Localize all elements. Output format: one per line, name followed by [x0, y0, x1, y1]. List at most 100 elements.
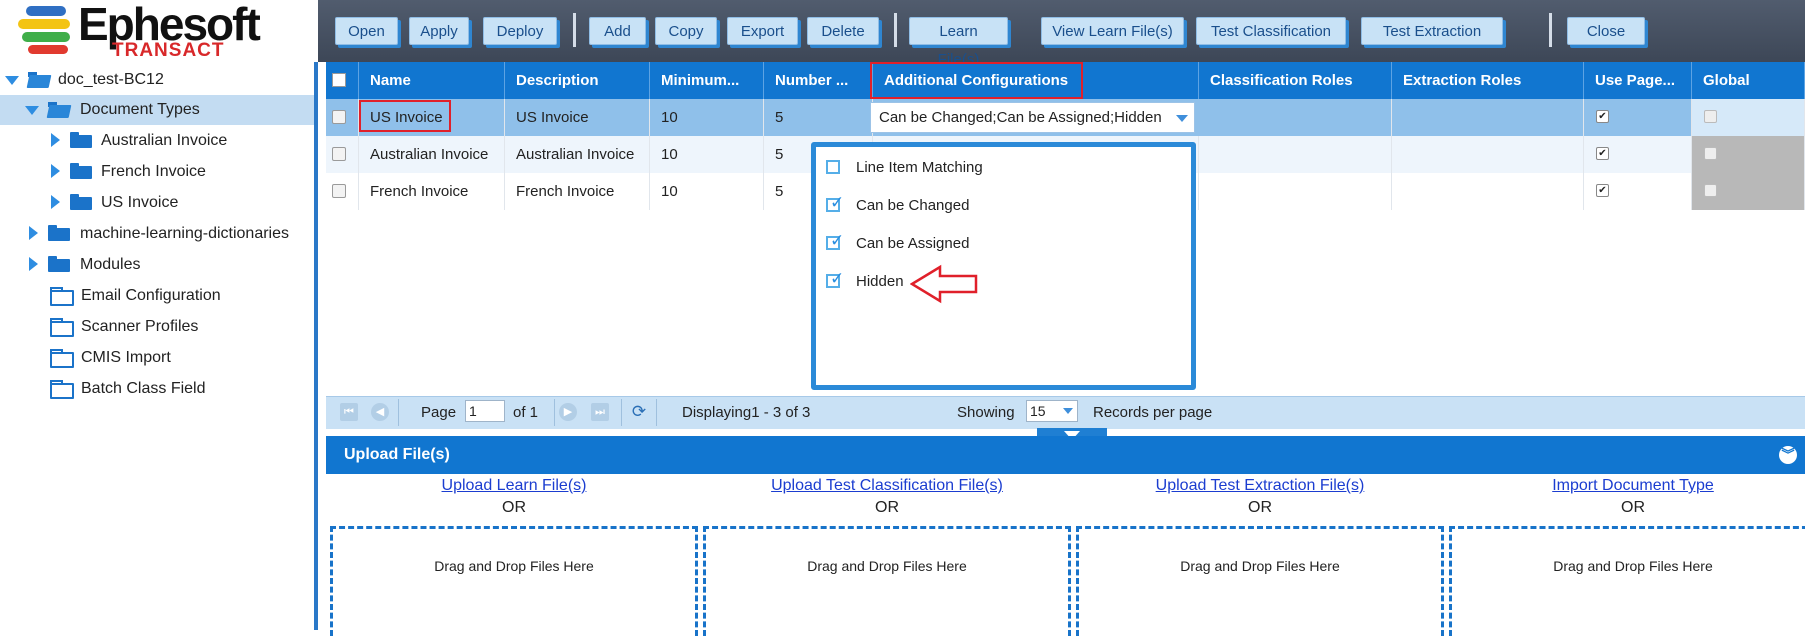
- learn-drop-zone[interactable]: Drag and Drop Files Here: [330, 526, 698, 636]
- folder-outline-icon: [50, 286, 74, 306]
- column-header-classification-roles[interactable]: Classification Roles: [1199, 62, 1392, 99]
- pager-divider: [621, 399, 622, 426]
- refresh-icon[interactable]: ⟳: [630, 403, 648, 421]
- toolbar: Open Apply Deploy Add Copy Export Delete…: [318, 0, 1805, 68]
- import-document-type-link[interactable]: Import Document Type: [1447, 474, 1805, 498]
- deploy-button[interactable]: Deploy: [483, 17, 557, 45]
- select-all-cell: [326, 62, 359, 99]
- cell-extraction-roles[interactable]: [1392, 136, 1584, 173]
- tree-node-document-types[interactable]: Document Types: [0, 95, 314, 125]
- column-header-extraction-roles[interactable]: Extraction Roles: [1392, 62, 1584, 99]
- select-all-checkbox[interactable]: [332, 73, 346, 87]
- upload-learn-column: Upload Learn File(s) OR Drag and Drop Fi…: [328, 474, 700, 636]
- learn-files-button[interactable]: Learn File(s): [909, 17, 1008, 68]
- cell-name[interactable]: US Invoice: [359, 99, 505, 136]
- combo-value: Can be Changed;Can be Assigned;Hidden: [879, 109, 1162, 126]
- tree-label: French Invoice: [101, 163, 206, 180]
- cell-minimum[interactable]: 10: [650, 136, 764, 173]
- column-header-use-page[interactable]: Use Page...: [1584, 62, 1692, 99]
- cell-global: [1692, 173, 1805, 210]
- global-checkbox: [1704, 147, 1717, 160]
- or-label: OR: [1248, 499, 1272, 516]
- copy-button[interactable]: Copy: [655, 17, 717, 45]
- close-button[interactable]: Close: [1567, 17, 1645, 45]
- upload-test-classification-link[interactable]: Upload Test Classification File(s): [701, 474, 1073, 498]
- column-header-minimum[interactable]: Minimum...: [650, 62, 764, 99]
- delete-button[interactable]: Delete: [807, 17, 879, 45]
- option-label: Line Item Matching: [856, 159, 983, 176]
- tree-label: US Invoice: [101, 194, 179, 211]
- column-header-name[interactable]: Name: [359, 62, 505, 99]
- cell-classification-roles[interactable]: [1199, 99, 1392, 136]
- checkbox-icon[interactable]: [826, 160, 840, 174]
- collapse-arrow-icon[interactable]: [29, 257, 38, 271]
- extraction-drop-zone[interactable]: Drag and Drop Files Here: [1076, 526, 1444, 636]
- chevron-circle-down-icon[interactable]: ︾: [1779, 446, 1797, 464]
- next-page-icon[interactable]: ▶: [559, 403, 577, 421]
- classification-drop-zone[interactable]: Drag and Drop Files Here: [703, 526, 1071, 636]
- option-label: Can be Assigned: [856, 235, 970, 252]
- test-classification-button[interactable]: Test Classification: [1196, 17, 1346, 45]
- tree-label: Modules: [80, 256, 141, 273]
- additional-configurations-combo[interactable]: Can be Changed;Can be Assigned;Hidden: [870, 102, 1195, 133]
- apply-button[interactable]: Apply: [409, 17, 469, 45]
- last-page-icon[interactable]: ⏭: [591, 403, 609, 421]
- expand-arrow-icon[interactable]: [25, 106, 39, 115]
- checkbox-checked-icon[interactable]: ✓: [826, 232, 844, 250]
- tree-label: Australian Invoice: [101, 132, 228, 149]
- export-button[interactable]: Export: [727, 17, 798, 45]
- cell-classification-roles[interactable]: [1199, 136, 1392, 173]
- use-page-checkbox[interactable]: ✔: [1596, 184, 1609, 197]
- cell-description[interactable]: Australian Invoice: [505, 136, 650, 173]
- cell-description[interactable]: French Invoice: [505, 173, 650, 210]
- tree-label: Batch Class Field: [81, 380, 206, 397]
- collapse-arrow-icon[interactable]: [51, 164, 60, 178]
- checkbox-checked-icon[interactable]: ✓: [826, 270, 844, 288]
- checkbox-checked-icon[interactable]: ✓: [826, 194, 844, 212]
- column-header-additional-configurations[interactable]: Additional Configurations: [873, 62, 1199, 99]
- upload-test-extraction-link[interactable]: Upload Test Extraction File(s): [1074, 474, 1446, 498]
- previous-page-icon[interactable]: ◀: [371, 403, 389, 421]
- test-extraction-button[interactable]: Test Extraction: [1361, 17, 1503, 45]
- pager-divider: [554, 399, 555, 426]
- use-page-checkbox[interactable]: ✔: [1596, 147, 1609, 160]
- folder-icon: [48, 255, 70, 272]
- folder-outline-icon: [50, 379, 74, 399]
- cell-global: [1692, 136, 1805, 173]
- view-learn-files-button[interactable]: View Learn File(s): [1041, 17, 1184, 45]
- toolbar-separator: [1549, 13, 1552, 47]
- add-button[interactable]: Add: [589, 17, 646, 45]
- page-number-input[interactable]: 1: [465, 400, 505, 422]
- cell-number[interactable]: 5: [764, 99, 873, 136]
- cell-description[interactable]: US Invoice: [505, 99, 650, 136]
- combo-arrow-icon[interactable]: [1176, 115, 1188, 122]
- open-button[interactable]: Open: [335, 17, 398, 45]
- logo-subtitle: TRANSACT: [112, 40, 225, 61]
- column-header-number[interactable]: Number ...: [764, 62, 873, 99]
- collapse-arrow-icon[interactable]: [29, 226, 38, 240]
- collapse-arrow-icon[interactable]: [51, 133, 60, 147]
- cell-minimum[interactable]: 10: [650, 99, 764, 136]
- use-page-checkbox[interactable]: ✔: [1596, 110, 1609, 123]
- cell-extraction-roles[interactable]: [1392, 99, 1584, 136]
- row-checkbox[interactable]: [332, 110, 346, 124]
- import-drop-zone[interactable]: Drag and Drop Files Here: [1449, 526, 1805, 636]
- row-checkbox[interactable]: [332, 184, 346, 198]
- tree-label: machine-learning-dictionaries: [80, 225, 289, 242]
- cell-name[interactable]: French Invoice: [359, 173, 505, 210]
- cell-classification-roles[interactable]: [1199, 173, 1392, 210]
- expand-arrow-icon[interactable]: [5, 76, 19, 85]
- records-per-page-select[interactable]: 15: [1026, 400, 1078, 422]
- cell-minimum[interactable]: 10: [650, 173, 764, 210]
- option-label: Hidden: [856, 273, 904, 290]
- folder-open-icon: [46, 101, 72, 118]
- first-page-icon[interactable]: ⏮: [340, 403, 358, 421]
- row-checkbox[interactable]: [332, 147, 346, 161]
- column-header-description[interactable]: Description: [505, 62, 650, 99]
- collapse-arrow-icon[interactable]: [51, 195, 60, 209]
- additional-configurations-dropdown: Line Item Matching ✓ Can be Changed ✓ Ca…: [811, 142, 1196, 390]
- cell-name[interactable]: Australian Invoice: [359, 136, 505, 173]
- column-header-global[interactable]: Global: [1692, 62, 1805, 99]
- cell-extraction-roles[interactable]: [1392, 173, 1584, 210]
- upload-learn-files-link[interactable]: Upload Learn File(s): [328, 474, 700, 498]
